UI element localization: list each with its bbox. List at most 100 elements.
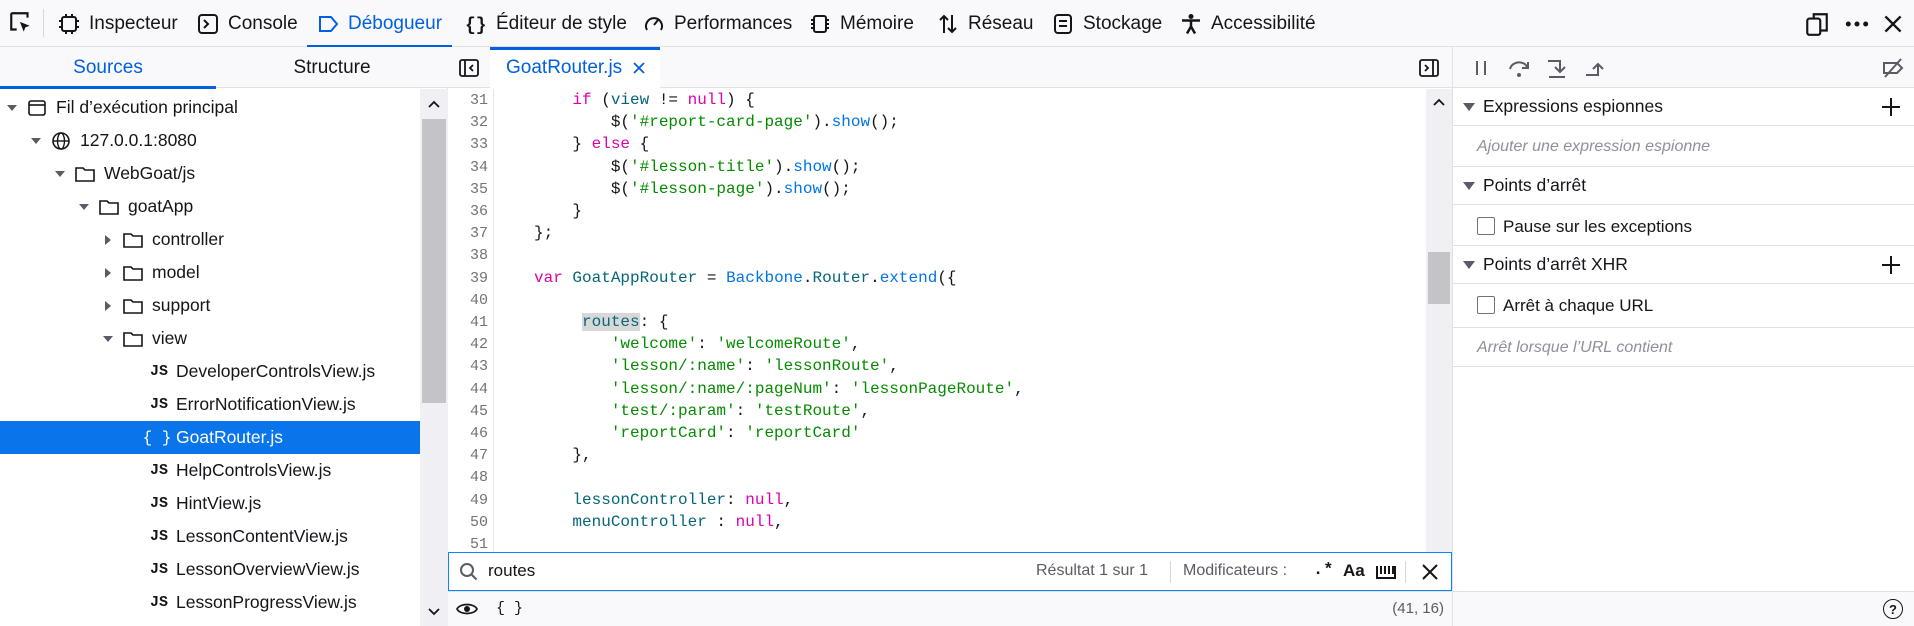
line-number[interactable]: 36 <box>448 203 488 220</box>
line-number[interactable]: 51 <box>448 536 488 553</box>
line-number[interactable]: 33 <box>448 136 488 153</box>
search-input[interactable]: routes <box>488 561 535 581</box>
line-gutter[interactable]: 31 32 33 34 35 36 37 38 39 40 41 42 43 4… <box>448 89 494 577</box>
chevron-down-icon <box>103 335 113 342</box>
whole-word-icon[interactable] <box>1375 562 1397 582</box>
add-watch-expression-icon[interactable] <box>1881 97 1901 117</box>
pretty-print-button[interactable]: { } <box>496 600 523 617</box>
js-file-icon: JS <box>149 363 168 380</box>
tab-inspector[interactable]: Inspecteur <box>48 0 188 47</box>
tree-item-file[interactable]: JS HelpControlsView.js <box>0 454 420 487</box>
line-number[interactable]: 50 <box>448 514 488 531</box>
line-number[interactable]: 41 <box>448 314 488 331</box>
tab-performance[interactable]: Performances <box>633 0 802 47</box>
code-vertical-scrollbar[interactable] <box>1426 89 1452 577</box>
line-number[interactable]: 32 <box>448 114 488 131</box>
line-number[interactable]: 37 <box>448 225 488 242</box>
line-number[interactable]: 48 <box>448 469 488 486</box>
tab-label: Éditeur de style <box>496 12 627 34</box>
tree-item-file[interactable]: JS ErrorNotificationView.js <box>0 388 420 421</box>
any-url-checkbox[interactable] <box>1477 296 1495 314</box>
step-in-icon[interactable] <box>1545 56 1569 80</box>
help-icon[interactable]: ? <box>1883 599 1903 619</box>
side-panel-footer: ? <box>1453 591 1914 626</box>
xhr-breakpoints-header[interactable]: Points d’arrêt XHR <box>1453 246 1914 284</box>
code-line: lessonController: null, <box>572 491 794 509</box>
step-over-icon[interactable] <box>1507 56 1531 80</box>
line-number[interactable]: 31 <box>448 92 488 109</box>
line-number[interactable]: 46 <box>448 425 488 442</box>
deactivate-breakpoints-icon[interactable] <box>1881 56 1905 80</box>
any-url-row[interactable]: Arrêt à chaque URL <box>1453 285 1914 325</box>
tab-storage[interactable]: Stockage <box>1042 0 1172 47</box>
line-number[interactable]: 47 <box>448 447 488 464</box>
tree-item-folder[interactable]: WebGoat/js <box>0 157 420 190</box>
line-number[interactable]: 42 <box>448 336 488 353</box>
tree-item-file-selected[interactable]: { } GoatRouter.js <box>0 421 420 454</box>
close-search-icon[interactable] <box>1421 563 1439 581</box>
line-number[interactable]: 40 <box>448 292 488 309</box>
code-view[interactable]: 31 32 33 34 35 36 37 38 39 40 41 42 43 4… <box>448 89 1426 577</box>
tree-scrollbar[interactable] <box>420 89 448 626</box>
tree-item-file[interactable]: JS LessonContentView.js <box>0 520 420 553</box>
tab-accessibility[interactable]: Accessibilité <box>1170 0 1326 47</box>
line-number[interactable]: 45 <box>448 403 488 420</box>
add-xhr-breakpoint-icon[interactable] <box>1881 255 1901 275</box>
tree-item-label: WebGoat/js <box>104 163 196 183</box>
tab-debugger[interactable]: Débogueur <box>307 0 453 48</box>
tree-item-file[interactable]: JS HintView.js <box>0 487 420 520</box>
line-number[interactable]: 44 <box>448 381 488 398</box>
chevron-down-icon <box>7 104 17 111</box>
tree-item-folder[interactable]: model <box>0 256 420 289</box>
pause-exceptions-row[interactable]: Pause sur les exceptions <box>1453 206 1914 246</box>
tab-sources[interactable]: Sources <box>0 47 216 89</box>
scroll-up-icon[interactable] <box>427 97 441 111</box>
close-devtools-icon[interactable] <box>1880 11 1906 37</box>
tree-item-file[interactable]: JS LessonProgressView.js <box>0 586 420 619</box>
eye-icon[interactable] <box>456 600 478 618</box>
tree-item-file[interactable]: JS LessonOverviewView.js <box>0 553 420 586</box>
tab-outline[interactable]: Structure <box>216 47 448 88</box>
tab-label: Console <box>228 12 298 34</box>
line-number[interactable]: 49 <box>448 492 488 509</box>
line-number[interactable]: 35 <box>448 181 488 198</box>
tree-item-folder[interactable]: support <box>0 289 420 322</box>
step-out-icon[interactable] <box>1583 56 1607 80</box>
tree-item-folder[interactable]: goatApp <box>0 190 420 223</box>
watch-expressions-header[interactable]: Expressions espionnes <box>1453 88 1914 126</box>
scroll-up-icon[interactable] <box>1432 95 1446 109</box>
editor-tab-goatrouter[interactable]: GoatRouter.js <box>490 47 661 88</box>
scrollbar-thumb[interactable] <box>422 119 446 403</box>
tree-item-file[interactable]: JS DeveloperControlsView.js <box>0 355 420 388</box>
tab-console[interactable]: Console <box>187 0 308 47</box>
scroll-down-icon[interactable] <box>427 605 441 619</box>
watch-expression-input[interactable]: Ajouter une expression espionne <box>1477 138 1710 156</box>
tree-item-host[interactable]: 127.0.0.1:8080 <box>0 124 420 157</box>
regex-toggle[interactable]: .* <box>1313 561 1333 580</box>
line-number[interactable]: 43 <box>448 358 488 375</box>
code-line: }; <box>534 224 554 242</box>
tree-item-main-thread[interactable]: Fil d’exécution principal <box>0 91 420 124</box>
element-picker-icon[interactable] <box>8 10 34 36</box>
line-number[interactable]: 34 <box>448 159 488 176</box>
breakpoints-header[interactable]: Points d’arrêt <box>1453 167 1914 205</box>
tab-style-editor[interactable]: {} Éditeur de style <box>455 0 637 47</box>
tab-memory[interactable]: Mémoire <box>799 0 924 47</box>
pause-icon[interactable] <box>1469 56 1493 80</box>
tab-network[interactable]: Réseau <box>927 0 1044 47</box>
close-tab-icon[interactable] <box>632 61 646 75</box>
tree-item-folder[interactable]: view <box>0 322 420 355</box>
toggle-sources-panel-icon[interactable] <box>458 57 480 79</box>
toggle-debug-panel-icon[interactable] <box>1418 57 1440 79</box>
tree-item-folder[interactable]: controller <box>0 223 420 256</box>
more-options-icon[interactable] <box>1844 11 1870 37</box>
xhr-url-input-row: Arrêt lorsque l’URL contient <box>1453 327 1914 367</box>
dock-side-icon[interactable] <box>1804 11 1830 37</box>
pause-exceptions-checkbox[interactable] <box>1477 217 1495 235</box>
case-sensitive-toggle[interactable]: Aa <box>1343 561 1365 581</box>
scrollbar-thumb[interactable] <box>1428 252 1450 304</box>
editor-tab-label: GoatRouter.js <box>506 56 623 78</box>
xhr-url-input[interactable]: Arrêt lorsque l’URL contient <box>1477 339 1672 357</box>
line-number[interactable]: 38 <box>448 247 488 264</box>
line-number[interactable]: 39 <box>448 270 488 287</box>
